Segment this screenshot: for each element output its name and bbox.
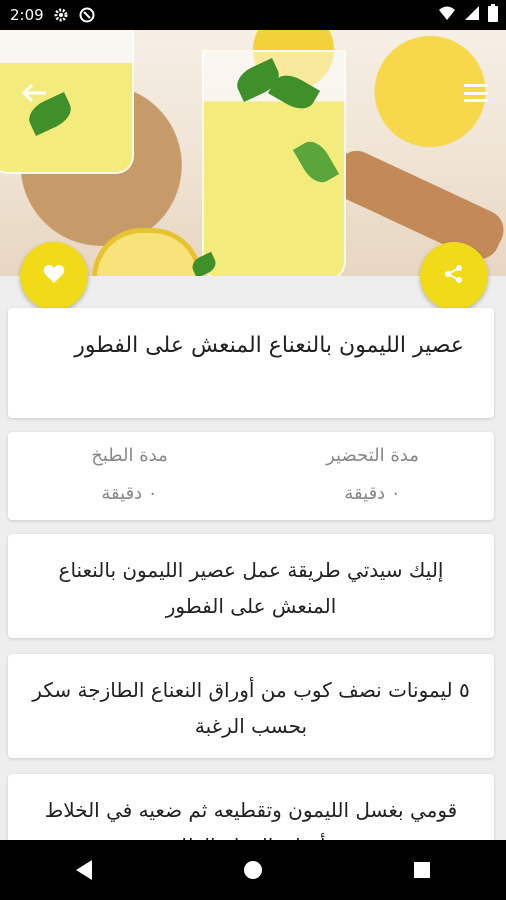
- cook-time-value: ٠ دقيقة: [101, 483, 158, 504]
- recents-icon[interactable]: [402, 850, 442, 890]
- vpn-icon: [78, 6, 96, 24]
- home-icon[interactable]: [233, 850, 273, 890]
- back-icon[interactable]: [64, 850, 104, 890]
- status-bar: 2:09: [0, 0, 506, 30]
- share-button[interactable]: [420, 242, 488, 310]
- lemon-half: [92, 228, 202, 276]
- wifi-icon: [438, 5, 456, 25]
- lemon-squeezer: [325, 144, 506, 266]
- cook-time: مدة الطبخ ٠ دقيقة: [40, 438, 220, 512]
- recipe-title-card: عصير الليمون بالنعناع المنعش على الفطور: [8, 308, 494, 418]
- signal-icon: [464, 5, 480, 25]
- heart-icon: [43, 264, 65, 288]
- cook-time-label: مدة الطبخ: [91, 445, 168, 466]
- recipe-description: إليك سيدتي طريقة عمل عصير الليمون بالنعن…: [58, 558, 444, 618]
- recipe-ingredients-card: ٥ ليمونات نصف كوب من أوراق النعناع الطاز…: [8, 654, 494, 758]
- favorite-button[interactable]: [20, 242, 88, 310]
- recipe-hero-image: [0, 30, 506, 276]
- prep-time-label: مدة التحضير: [326, 445, 419, 466]
- recipe-times-card: مدة التحضير ٠ دقيقة مدة الطبخ ٠ دقيقة: [8, 432, 494, 520]
- status-time: 2:09: [10, 6, 44, 24]
- recipe-title: عصير الليمون بالنعناع المنعش على الفطور: [74, 333, 464, 358]
- recipe-description-card: إليك سيدتي طريقة عمل عصير الليمون بالنعن…: [8, 534, 494, 638]
- prep-time-value: ٠ دقيقة: [344, 483, 401, 504]
- recipe-ingredients: ٥ ليمونات نصف كوب من أوراق النعناع الطاز…: [32, 678, 470, 738]
- share-icon: [444, 264, 464, 288]
- prep-time: مدة التحضير ٠ دقيقة: [283, 438, 463, 512]
- settings-icon: [52, 6, 70, 24]
- back-arrow-icon[interactable]: [21, 80, 48, 110]
- menu-icon[interactable]: [464, 84, 488, 102]
- battery-icon: [488, 4, 498, 26]
- navigation-bar: [0, 840, 506, 900]
